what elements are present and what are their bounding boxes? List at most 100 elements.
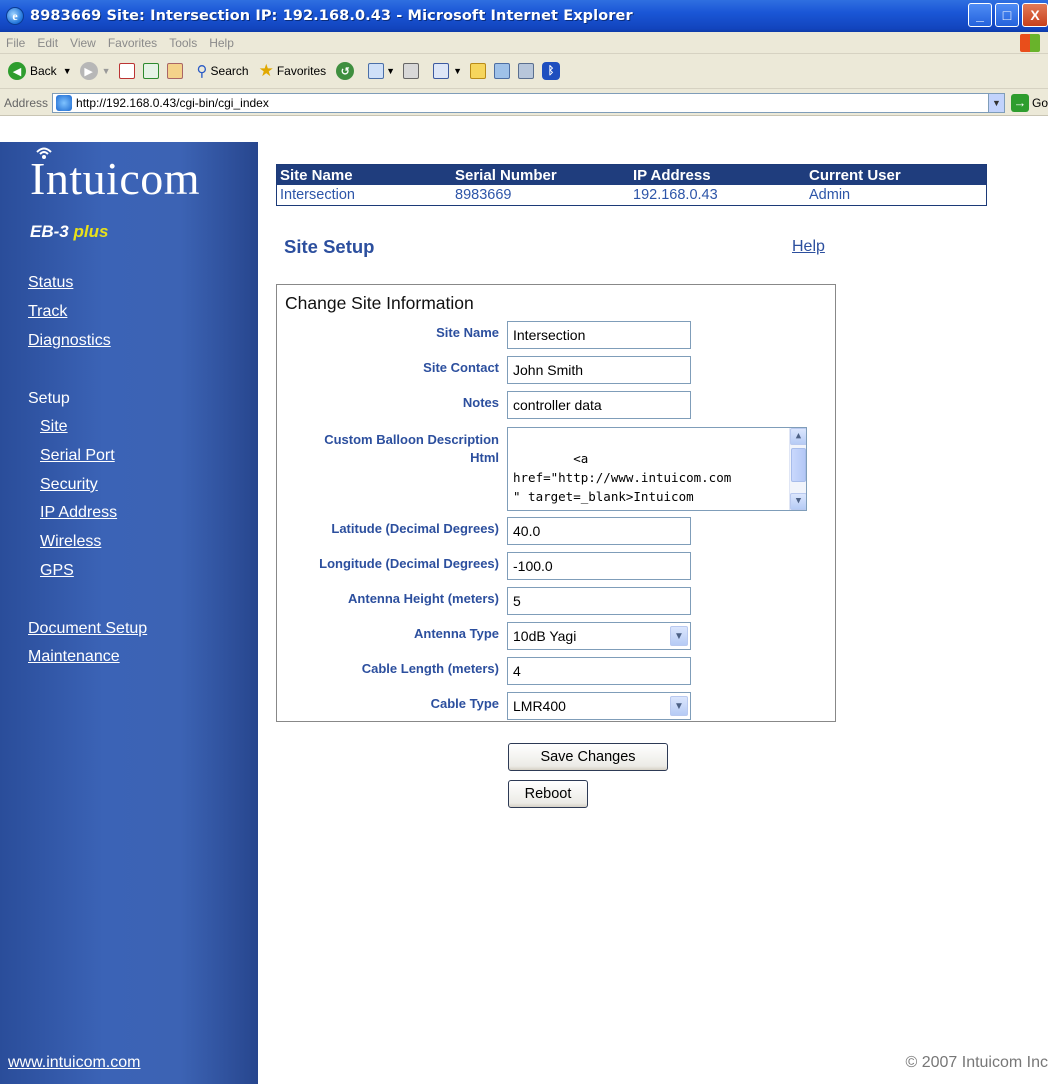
chevron-down-icon[interactable]: ▼ [670,626,688,646]
intuicom-website-link[interactable]: www.intuicom.com [8,1054,140,1072]
forward-arrow-icon: ▶ [79,62,98,80]
chevron-down-icon: ▼ [101,66,111,76]
stop-button[interactable] [118,63,135,79]
chevron-down-icon[interactable]: ▼ [670,696,688,716]
site-name-label: Site Name [436,325,499,340]
research-button[interactable] [518,63,535,79]
history-icon: ↺ [336,62,355,80]
search-button[interactable]: ⚲ Search [197,62,249,80]
menu-view[interactable]: View [70,36,96,50]
forward-button[interactable]: ▶ ▼ [79,62,111,80]
cable-type-value: LMR400 [513,698,566,714]
menu-tools[interactable]: Tools [169,36,197,50]
model-suffix: plus [73,222,109,241]
menu-bar: File Edit View Favorites Tools Help [0,32,1048,54]
value-current-user: Admin [809,187,851,203]
nav-ip-address[interactable]: IP Address [40,504,117,522]
save-changes-button[interactable]: Save Changes [508,743,668,771]
nav-track[interactable]: Track [28,303,67,321]
menu-file[interactable]: File [6,36,25,50]
back-label: Back [30,64,57,78]
nav-status[interactable]: Status [28,274,73,292]
print-button[interactable] [403,63,420,79]
print-icon [403,63,420,79]
balloon-html-label: Custom Balloon Description Html [324,431,499,467]
balloon-html-row: Custom Balloon Description Html <a href=… [277,425,837,513]
favorites-label: Favorites [276,64,327,78]
antenna-type-label: Antenna Type [414,626,499,641]
cable-length-input[interactable]: 4 [507,657,691,685]
bluetooth-icon: ᛒ [542,62,561,80]
header-serial-number: Serial Number [455,166,557,184]
notes-input[interactable]: controller data [507,391,691,419]
site-contact-label: Site Contact [423,360,499,375]
chevron-down-icon[interactable]: ▼ [987,93,1004,112]
menu-favorites[interactable]: Favorites [108,36,157,50]
nav-setup-heading: Setup [28,390,70,407]
address-url[interactable]: http://192.168.0.43/cgi-bin/cgi_index [76,96,269,110]
back-button[interactable]: ◀ Back ▼ [8,62,72,80]
minimize-button[interactable]: _ [968,3,992,27]
folder-button[interactable] [470,63,487,79]
menu-help[interactable]: Help [209,36,234,50]
scroll-thumb[interactable] [791,448,806,482]
window-titlebar: e 8983669 Site: Intersection IP: 192.168… [0,0,1048,32]
refresh-button[interactable] [142,63,159,79]
menu-edit[interactable]: Edit [37,36,58,50]
site-name-input[interactable]: Intersection [507,321,691,349]
antenna-height-input[interactable]: 5 [507,587,691,615]
antenna-type-select[interactable]: 10dB Yagi ▼ [507,622,691,650]
site-name-row: Site Name Intersection [277,319,837,349]
research-icon [518,63,535,79]
nav-wireless[interactable]: Wireless [40,533,101,551]
scroll-down-icon[interactable]: ▼ [790,493,806,510]
nav-maintenance[interactable]: Maintenance [28,648,120,666]
page-icon [56,94,73,111]
longitude-input[interactable]: -100.0 [507,552,691,580]
address-bar[interactable]: http://192.168.0.43/cgi-bin/cgi_index ▼ [52,92,1005,113]
edit-button[interactable]: ▼ [433,63,462,79]
page-title: Site Setup [284,236,375,257]
latitude-label: Latitude (Decimal Degrees) [331,521,499,536]
cable-type-select[interactable]: LMR400 ▼ [507,692,691,720]
notes-row: Notes controller data [277,389,837,419]
maximize-button[interactable]: □ [995,3,1019,27]
go-button[interactable]: → Go [1010,93,1048,112]
nav-security[interactable]: Security [40,476,98,494]
windows-logo-icon [1020,34,1040,52]
close-button[interactable]: X [1022,3,1048,27]
bluetooth-button[interactable]: ᛒ [542,62,561,80]
home-button[interactable] [166,63,183,79]
help-link[interactable]: Help [792,238,825,256]
nav-diagnostics[interactable]: Diagnostics [28,332,111,350]
history-button[interactable]: ↺ [336,62,355,80]
nav-site[interactable]: Site [40,418,68,436]
antenna-height-row: Antenna Height (meters) 5 [277,585,837,615]
nav-serial-port[interactable]: Serial Port [40,447,115,465]
longitude-label: Longitude (Decimal Degrees) [319,556,499,571]
latitude-input[interactable]: 40.0 [507,517,691,545]
stop-icon [118,63,135,79]
reboot-button[interactable]: Reboot [508,780,588,808]
change-site-form: Change Site Information Site Name Inters… [276,284,836,722]
scroll-up-icon[interactable]: ▲ [790,428,806,445]
model-label: EB-3 [30,222,69,241]
balloon-html-textarea[interactable]: <a href="http://www.intuicom.com " targe… [507,427,807,511]
cable-length-label: Cable Length (meters) [361,661,499,676]
site-contact-row: Site Contact John Smith [277,354,837,384]
ie-icon: e [6,7,24,25]
header-current-user: Current User [809,166,901,184]
mail-button[interactable]: ▼ [368,63,395,79]
textarea-scrollbar[interactable]: ▲ ▼ [789,428,806,510]
home-icon [166,63,183,79]
nav-gps[interactable]: GPS [40,562,74,580]
table-row: Intersection 8983669 192.168.0.43 Admin [277,185,986,205]
site-contact-input[interactable]: John Smith [507,356,691,384]
cable-type-row: Cable Type LMR400 ▼ [277,690,837,720]
messenger-button[interactable] [494,63,511,79]
value-serial-number: 8983669 [455,187,512,203]
favorites-button[interactable]: ★ Favorites [259,61,327,81]
nav-document-setup[interactable]: Document Setup [28,620,147,638]
window-title: 8983669 Site: Intersection IP: 192.168.0… [30,8,633,24]
chevron-down-icon: ▼ [386,66,396,76]
